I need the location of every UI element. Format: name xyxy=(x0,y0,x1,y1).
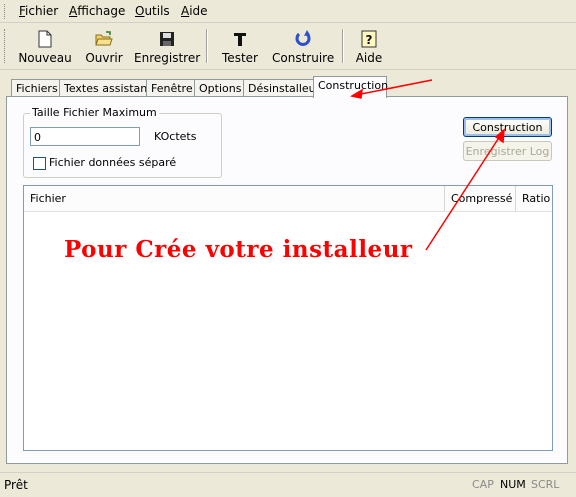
column-ratio[interactable]: Ratio xyxy=(516,186,552,211)
status-cap: CAP xyxy=(472,478,494,491)
construction-button[interactable]: Construction xyxy=(463,117,552,137)
test-button[interactable]: Tester xyxy=(218,27,262,67)
column-fichier[interactable]: Fichier xyxy=(24,186,445,211)
status-num: NUM xyxy=(500,478,526,491)
status-bar: Prêt CAP NUM SCRL xyxy=(0,472,576,497)
build-arrow-icon xyxy=(295,30,311,46)
new-button[interactable]: Nouveau xyxy=(18,27,72,67)
save-label: Enregistrer xyxy=(134,51,201,65)
annotation-text: Pour Crée votre installeur xyxy=(64,236,413,263)
menubar-grip xyxy=(4,4,8,19)
svg-text:?: ? xyxy=(366,33,373,47)
save-disk-icon xyxy=(160,32,174,46)
status-text: Prêt xyxy=(4,478,28,492)
menu-outils[interactable]: Outils xyxy=(135,4,170,18)
test-t-icon xyxy=(234,33,246,46)
tab-fichiers[interactable]: Fichiers xyxy=(11,79,63,97)
separate-data-checkbox[interactable] xyxy=(33,157,46,170)
tab-options[interactable]: Options xyxy=(194,79,247,97)
open-label: Ouvrir xyxy=(85,51,123,65)
save-button[interactable]: Enregistrer xyxy=(134,27,200,67)
menu-bar: Fichier Affichage Outils Aide xyxy=(0,0,576,23)
status-scrl: SCRL xyxy=(531,478,560,491)
open-button[interactable]: Ouvrir xyxy=(82,27,126,67)
size-unit-label: KOctets xyxy=(154,130,197,143)
max-size-input[interactable]: 0 xyxy=(30,127,140,146)
separate-data-label: Fichier données séparé xyxy=(49,156,177,169)
max-size-group-title: Taille Fichier Maximum xyxy=(30,106,159,119)
new-label: Nouveau xyxy=(18,51,72,65)
toolbar-grip xyxy=(4,29,8,63)
tab-fenetre[interactable]: Fenêtre xyxy=(146,79,198,97)
max-size-group: Taille Fichier Maximum 0 KOctets Fichier… xyxy=(23,106,222,178)
help-icon: ? xyxy=(361,30,377,48)
help-button[interactable]: ? Aide xyxy=(352,27,386,67)
toolbar-separator xyxy=(206,29,208,63)
build-file-list[interactable]: Fichier Compressé Ratio xyxy=(23,185,553,451)
toolbar-separator xyxy=(342,29,344,63)
open-folder-icon xyxy=(95,31,113,46)
toolbar: Nouveau Ouvrir Enregistrer Tester Constr… xyxy=(0,23,576,70)
help-label: Aide xyxy=(355,51,383,65)
column-compresse[interactable]: Compressé xyxy=(445,186,516,211)
menu-aide[interactable]: Aide xyxy=(181,4,208,18)
test-label: Tester xyxy=(222,51,258,65)
new-file-icon xyxy=(38,30,52,48)
tab-control: Fichiers Textes assistant Fenêtre Option… xyxy=(0,70,576,470)
build-button[interactable]: Construire xyxy=(272,27,334,67)
save-log-button[interactable]: Enregistrer Log xyxy=(463,141,552,161)
menu-fichier[interactable]: Fichier xyxy=(19,4,58,18)
tab-textes-assistant[interactable]: Textes assistant xyxy=(59,79,157,97)
construction-panel: Taille Fichier Maximum 0 KOctets Fichier… xyxy=(6,96,568,464)
list-header: Fichier Compressé Ratio xyxy=(24,186,552,212)
tab-construction[interactable]: Construction xyxy=(313,76,388,98)
build-label: Construire xyxy=(272,51,335,65)
menu-affichage[interactable]: Affichage xyxy=(69,4,125,18)
